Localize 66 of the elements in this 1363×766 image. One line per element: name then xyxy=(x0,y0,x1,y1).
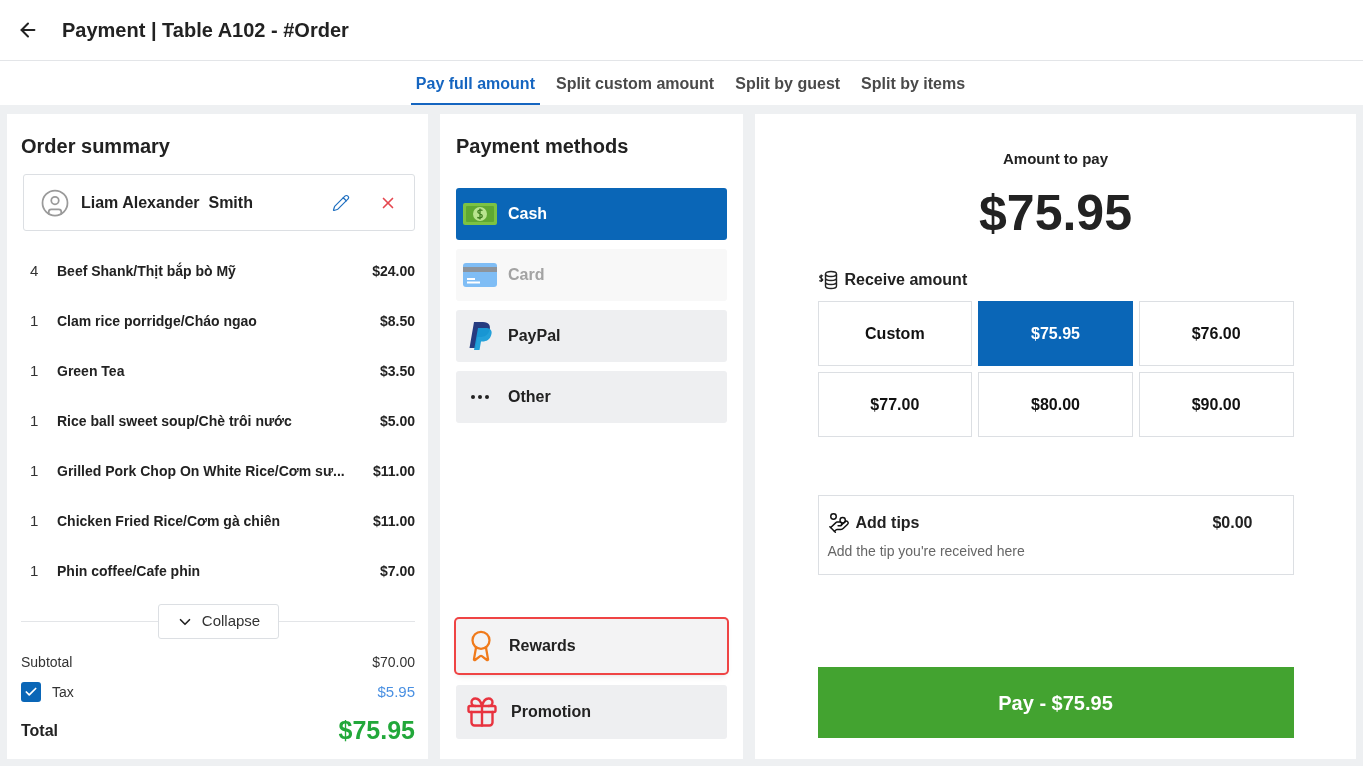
subtotal-value: $70.00 xyxy=(372,652,415,672)
customer-name: Liam Alexander Smith xyxy=(81,192,253,213)
item-name: Rice ball sweet soup/Chè trôi nước xyxy=(57,411,293,431)
amount-option[interactable]: $75.95 xyxy=(978,301,1133,366)
item-quantity: 1 xyxy=(29,460,40,481)
pencil-icon xyxy=(332,193,350,212)
tax-checkbox[interactable] xyxy=(21,682,41,702)
payment-method-button[interactable]: PayPal xyxy=(456,310,727,362)
amount-option[interactable]: $76.00 xyxy=(1138,301,1294,366)
payment-method-button[interactable]: Other xyxy=(456,371,727,423)
check-icon xyxy=(24,685,38,699)
item-name: Green Tea xyxy=(57,361,126,381)
tips-value: $0.00 xyxy=(1212,513,1253,533)
item-name: Chicken Fried Rice/Cơm gà chiên xyxy=(57,511,282,531)
item-price: $5.00 xyxy=(379,411,415,431)
item-name: Clam rice porridge/Cháo ngao xyxy=(57,311,258,331)
tips-hint: Add the tip you're received here xyxy=(827,542,1026,561)
item-price: $11.00 xyxy=(372,511,415,531)
item-quantity: 1 xyxy=(29,310,40,331)
item-price: $8.50 xyxy=(379,311,415,331)
tab[interactable]: Split by guest xyxy=(730,61,846,105)
item-name: Beef Shank/Thịt bắp bò Mỹ xyxy=(57,261,237,281)
more-dots-icon xyxy=(471,395,489,399)
item-name: Grilled Pork Chop On White Rice/Cơm sư... xyxy=(57,461,346,481)
item-quantity: 4 xyxy=(29,260,40,281)
receive-amount-label: Receive amount xyxy=(844,270,968,290)
total-value: $75.95 xyxy=(338,715,415,747)
tax-label: Tax xyxy=(52,682,74,702)
item-quantity: 1 xyxy=(29,560,40,581)
tab[interactable]: Split custom amount xyxy=(550,61,720,105)
payment-option-button[interactable]: Promotion xyxy=(456,685,727,739)
amount-to-pay: $75.95 xyxy=(979,184,1132,243)
tips-card[interactable]: Add tips $0.00 Add the tip you're received here xyxy=(817,495,1294,575)
amount-option[interactable]: Custom xyxy=(817,301,973,366)
item-name: Phin coffee/Cafe phin xyxy=(57,561,202,581)
item-price: $7.00 xyxy=(379,561,415,581)
item-price: $11.00 xyxy=(372,461,415,481)
paypal-logo-icon xyxy=(468,322,492,350)
avatar-icon xyxy=(40,187,70,218)
item-quantity: 1 xyxy=(29,410,40,431)
amount-option[interactable]: $90.00 xyxy=(1138,372,1294,437)
hand-coins-icon xyxy=(827,512,850,534)
item-price: $24.00 xyxy=(372,261,415,281)
panel-title: Payment methods xyxy=(456,134,630,158)
cash-bill-icon xyxy=(463,203,497,225)
subtotal-label: Subtotal xyxy=(21,652,73,672)
page-title: Payment | Table A102 - #Order xyxy=(62,18,349,43)
collapse-button[interactable]: Collapse xyxy=(157,604,279,639)
item-quantity: 1 xyxy=(29,510,40,531)
tips-title: Add tips xyxy=(855,513,920,533)
item-quantity: 1 xyxy=(29,360,40,381)
amount-label: Amount to pay xyxy=(1003,149,1108,169)
tab[interactable]: Split by items xyxy=(856,61,971,105)
edit-button[interactable] xyxy=(331,192,351,213)
amount-option[interactable]: $80.00 xyxy=(978,372,1133,437)
panel-title: Order summary xyxy=(21,134,171,158)
tab[interactable]: Pay full amount xyxy=(410,61,540,105)
tax-value: $5.95 xyxy=(377,681,415,702)
amount-option[interactable]: $77.00 xyxy=(817,372,973,437)
credit-card-icon xyxy=(463,263,497,287)
payment-method-button[interactable]: Cash xyxy=(456,188,727,240)
total-label: Total xyxy=(21,721,59,741)
coin-stack-icon xyxy=(817,270,838,290)
payment-option-button[interactable]: Rewards xyxy=(456,619,727,673)
gift-icon xyxy=(464,694,500,730)
item-price: $3.50 xyxy=(379,361,415,381)
